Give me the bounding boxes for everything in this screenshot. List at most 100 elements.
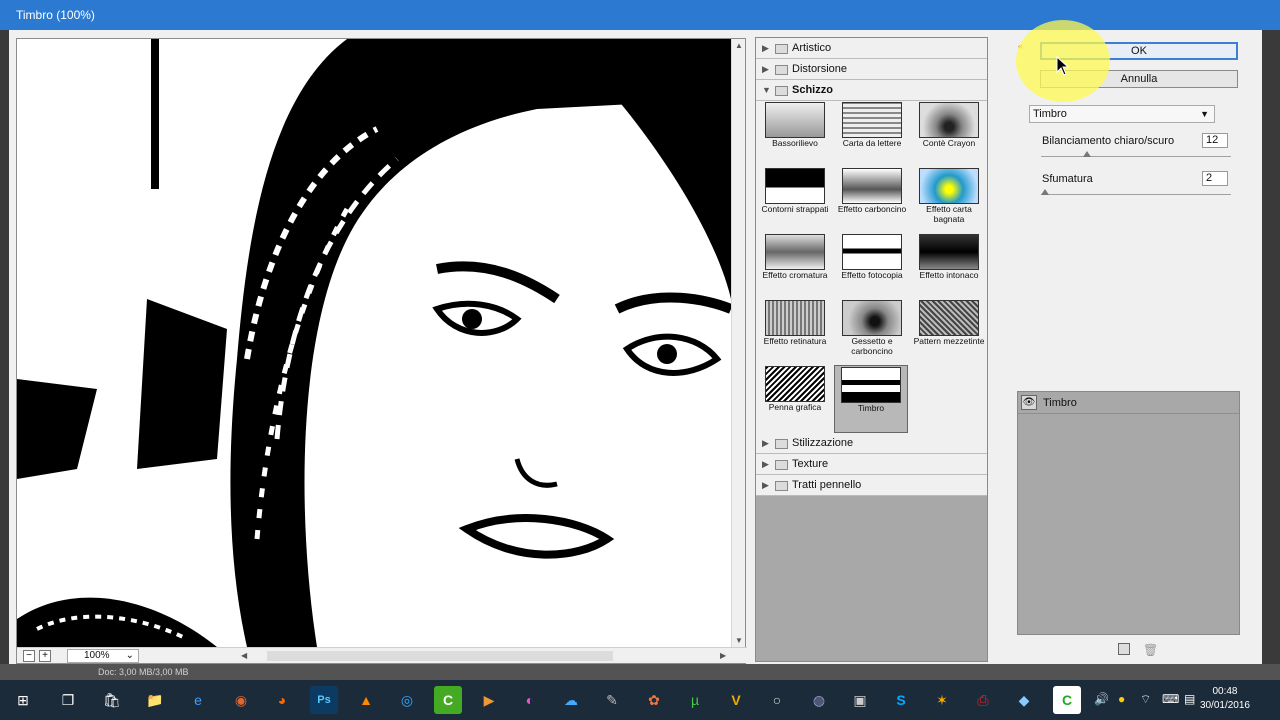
disc-app-icon[interactable]: ◍: [805, 686, 833, 714]
category-distorsione[interactable]: ▶ Distorsione: [756, 59, 987, 80]
filter-label: Gessetto e carboncino: [851, 336, 893, 356]
light-dark-balance-slider[interactable]: [1041, 156, 1231, 157]
horizontal-scroll-thumb[interactable]: [267, 651, 613, 661]
filter-contorni-strappati[interactable]: Contorni strappati: [758, 167, 832, 233]
category-texture[interactable]: ▶ Texture: [756, 454, 987, 475]
filter-label: Contorni strappati: [761, 204, 829, 214]
effect-layer-label: Timbro: [1043, 397, 1077, 409]
notifications-icon[interactable]: ▤: [1184, 692, 1195, 706]
keyboard-icon[interactable]: ⌨: [1162, 692, 1179, 706]
layers-scrollbar[interactable]: [1241, 391, 1253, 635]
torrent-icon[interactable]: µ: [681, 686, 709, 714]
preview-pane[interactable]: ▲ ▼ − + 100% ⌄ ◀ ▶: [16, 38, 747, 664]
photoshop-icon[interactable]: Ps: [310, 686, 338, 714]
doc-size-status: Doc: 3,00 MB/3,00 MB: [98, 667, 189, 677]
new-effect-layer-icon[interactable]: [1118, 643, 1130, 655]
camtasia-recorder-icon[interactable]: C: [1053, 686, 1081, 714]
param-label-smoothness: Sfumatura: [1042, 173, 1093, 185]
gear-app-icon[interactable]: ✶: [928, 686, 956, 714]
smoothness-input[interactable]: 2: [1202, 171, 1228, 186]
zoom-out-button[interactable]: −: [23, 650, 35, 662]
paint-app-icon[interactable]: ✿: [640, 686, 668, 714]
right-edge: [1262, 30, 1280, 680]
file-explorer-icon[interactable]: 📁: [141, 686, 169, 714]
edge-browser-icon[interactable]: e: [184, 686, 212, 714]
chrome-icon[interactable]: ◉: [227, 686, 255, 714]
filter-thumbnail: [919, 102, 979, 138]
cloud-app-icon[interactable]: ☁: [557, 686, 585, 714]
preview-image[interactable]: [17, 39, 731, 647]
filter-thumbnail: [919, 234, 979, 270]
skype-icon[interactable]: S: [887, 686, 915, 714]
preview-vertical-scrollbar[interactable]: ▲ ▼: [731, 39, 745, 647]
filter-gessetto-e-carboncino[interactable]: Gessetto e carboncino: [835, 299, 909, 365]
filter-browser: ▶ Artistico ▶ Distorsione ▼ Schizzo Bassori…: [755, 37, 988, 662]
smoothness-slider[interactable]: [1041, 194, 1231, 195]
filter-thumbnail: [842, 234, 902, 270]
category-artistico[interactable]: ▶ Artistico: [756, 38, 987, 59]
filter-effetto-carta-bagnata[interactable]: Effetto carta bagnata: [912, 167, 986, 233]
category-label: Texture: [792, 458, 829, 470]
vlc-icon[interactable]: ▲: [352, 686, 380, 714]
slider-knob-icon[interactable]: [1083, 151, 1091, 157]
expand-arrow-icon: ▶: [762, 64, 769, 74]
volume-icon[interactable]: 🔊: [1094, 692, 1109, 706]
circle-app-icon[interactable]: ○: [763, 686, 791, 714]
scroll-up-icon[interactable]: ▲: [735, 41, 743, 50]
effect-layers-list: 👁 Timbro: [1017, 391, 1240, 635]
filter-label: Timbro: [857, 403, 885, 413]
category-stilizzazione[interactable]: ▶ Stilizzazione: [756, 433, 987, 454]
filter-effetto-intonaco[interactable]: Effetto intonaco: [912, 233, 986, 299]
scroll-right-icon[interactable]: ▶: [720, 651, 726, 660]
slider-knob-icon[interactable]: [1041, 189, 1049, 195]
filter-penna-grafica[interactable]: Penna grafica: [758, 365, 832, 431]
task-view-icon[interactable]: ❐: [54, 686, 82, 714]
filter-select[interactable]: Timbro ▼: [1029, 105, 1215, 123]
tool-app-icon[interactable]: ✎: [598, 686, 626, 714]
category-schizzo[interactable]: ▼ Schizzo: [756, 80, 987, 101]
filter-label: Effetto intonaco: [919, 270, 979, 280]
filter-conte-crayon[interactable]: Contè Crayon: [912, 101, 986, 167]
filter-bassorilievo[interactable]: Bassorilievo: [758, 101, 832, 167]
pdf-reader-icon[interactable]: ⎙: [969, 686, 997, 714]
eye-icon[interactable]: 👁: [1021, 395, 1037, 410]
filter-effetto-fotocopia[interactable]: Effetto fotocopia: [835, 233, 909, 299]
tray-app-icon[interactable]: ●: [1118, 692, 1125, 706]
filter-effetto-cromatura[interactable]: Effetto cromatura: [758, 233, 832, 299]
firefox-icon[interactable]: ◕: [268, 686, 296, 714]
expand-arrow-icon: ▶: [762, 480, 769, 490]
start-windows-icon[interactable]: ⊞: [9, 686, 37, 714]
zoom-in-button[interactable]: +: [39, 650, 51, 662]
window-title: Timbro (100%): [16, 8, 95, 22]
filter-pattern-mezzetinte[interactable]: Pattern mezzetinte: [912, 299, 986, 365]
effect-layer-row[interactable]: 👁 Timbro: [1018, 392, 1239, 414]
zoom-in-icon: +: [42, 650, 48, 661]
scroll-down-icon[interactable]: ▼: [735, 636, 743, 645]
preview-horizontal-scrollbar[interactable]: − + 100% ⌄ ◀ ▶: [17, 647, 747, 663]
trash-icon[interactable]: 🗑: [1143, 643, 1158, 657]
window-app-icon[interactable]: ▣: [846, 686, 874, 714]
color-app-icon[interactable]: ◐: [516, 686, 544, 714]
clock[interactable]: 00:48 30/01/2016: [1200, 685, 1250, 713]
wifi-icon[interactable]: ⌔: [1140, 692, 1151, 707]
zoom-level-select[interactable]: 100% ⌄: [67, 649, 139, 663]
filter-thumbnail: [841, 367, 901, 403]
filter-timbro[interactable]: Timbro: [834, 365, 908, 433]
collapse-arrow-icon: ▼: [762, 85, 771, 95]
store-icon[interactable]: 🛍: [98, 686, 126, 714]
v-app-icon[interactable]: V: [722, 686, 750, 714]
filter-carta-da-lettere[interactable]: Carta da lettere: [835, 101, 909, 167]
category-tratti-pennello[interactable]: ▶ Tratti pennello: [756, 475, 987, 496]
light-dark-balance-input[interactable]: 12: [1202, 133, 1228, 148]
camtasia-icon[interactable]: C: [434, 686, 462, 714]
filter-effetto-carboncino[interactable]: Effetto carboncino: [835, 167, 909, 233]
sketch-filter-grid: Bassorilievo Carta da lettere Contè Cray…: [756, 101, 987, 433]
media-player-icon[interactable]: ▶: [475, 686, 503, 714]
filter-thumbnail: [765, 366, 825, 402]
search-app-icon[interactable]: ◎: [393, 686, 421, 714]
note-app-icon[interactable]: ◆: [1010, 686, 1038, 714]
filter-effetto-retinatura[interactable]: Effetto retinatura: [758, 299, 832, 365]
options-panel: « OK Annulla Timbro▼ Bilanciamento chiar…: [1015, 37, 1262, 662]
scroll-left-icon[interactable]: ◀: [241, 651, 247, 660]
left-edge: [0, 30, 9, 680]
